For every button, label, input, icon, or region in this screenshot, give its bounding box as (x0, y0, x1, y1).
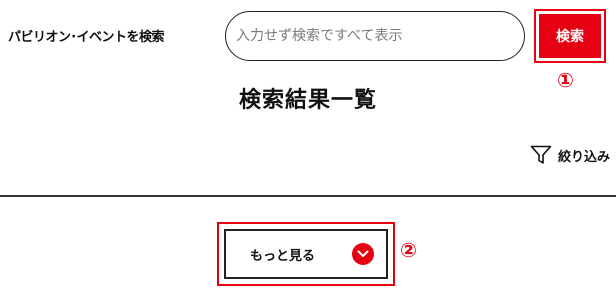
search-button[interactable]: 検索 (539, 14, 601, 58)
filter-button[interactable]: 絞り込み (530, 145, 610, 165)
more-button-highlight: もっと見る (217, 222, 395, 286)
search-input[interactable] (225, 11, 525, 61)
more-button[interactable]: もっと見る (224, 229, 388, 279)
page-title: 検索結果一覧 (238, 88, 377, 113)
results-divider (0, 195, 616, 197)
step-marker-2: ② (400, 238, 417, 262)
filter-label: 絞り込み (557, 149, 610, 165)
search-button-highlight: 検索 (534, 9, 606, 63)
filter-funnel-icon (530, 145, 552, 165)
search-page: パビリオン･イベントを検索 検索 ① 検索結果一覧 絞り込み もっと見る ② (0, 0, 616, 300)
search-label: パビリオン･イベントを検索 (8, 30, 165, 45)
more-label: もっと見る (250, 248, 316, 264)
chevron-down-icon (352, 243, 374, 265)
